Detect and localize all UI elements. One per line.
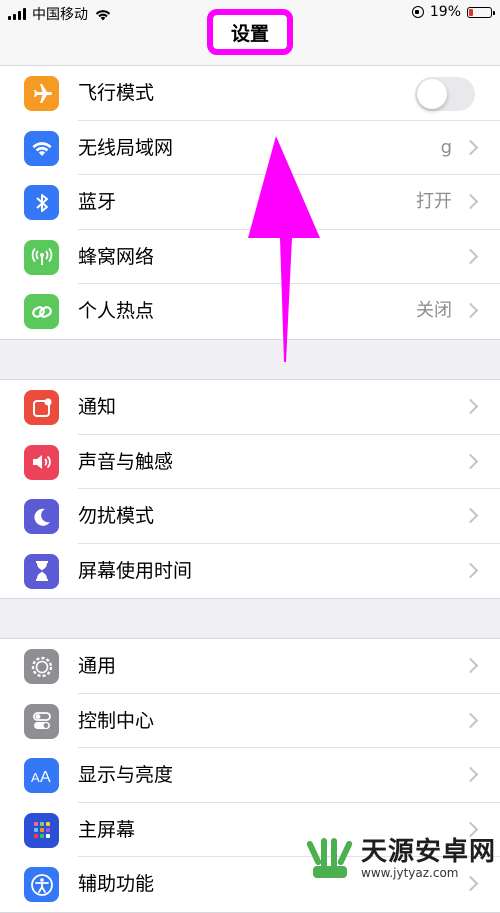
settings-row-value: 关闭: [416, 300, 452, 321]
display-icon: A A: [24, 758, 59, 793]
signal-strength-icon: [8, 8, 26, 20]
watermark: 天源安卓网 www.jytyaz.com: [305, 836, 496, 882]
svg-text:A: A: [40, 769, 51, 786]
settings-row-cellular[interactable]: 蜂窝网络: [0, 230, 500, 284]
wifi-status-icon: [94, 8, 112, 21]
page-title: 设置: [207, 9, 293, 55]
settings-group-notifications: 通知 声音与触感 勿扰模式 屏幕使用时间: [0, 379, 500, 599]
settings-row-airplane-mode[interactable]: 飞行模式: [0, 66, 500, 121]
battery-percent: 19%: [429, 4, 461, 20]
settings-row-display-brightness[interactable]: A A 显示与亮度: [0, 748, 500, 803]
svg-text:A: A: [31, 770, 40, 785]
chevron-right-icon: [462, 193, 479, 210]
wifi-icon: [24, 130, 59, 166]
watermark-logo-icon: [306, 838, 353, 878]
settings-row-label: 飞行模式: [78, 82, 155, 104]
chevron-right-icon: [462, 821, 479, 837]
settings-row-label: 显示与亮度: [78, 764, 174, 786]
carrier-name: 中国移动: [32, 7, 88, 23]
settings-row-label: 蓝牙: [78, 191, 117, 213]
settings-row-label: 勿扰模式: [78, 505, 155, 527]
settings-row-label: 控制中心: [78, 709, 155, 732]
chevron-right-icon: [462, 248, 479, 264]
hourglass-icon: [24, 553, 59, 589]
chevron-right-icon: [462, 302, 479, 319]
settings-row-value: 打开: [416, 191, 452, 212]
chevron-right-icon: [462, 398, 479, 415]
settings-row-label: 无线局域网: [78, 136, 174, 159]
settings-row-value: g: [440, 136, 452, 158]
cellular-icon: [24, 239, 59, 275]
home-screen-icon: [24, 812, 59, 848]
settings-row-label: 个人热点: [78, 300, 155, 322]
control-center-icon: [24, 703, 59, 739]
rotation-lock-icon: [411, 6, 424, 18]
chevron-right-icon: [462, 562, 479, 578]
settings-row-personal-hotspot[interactable]: 个人热点 关闭: [0, 284, 500, 339]
chevron-right-icon: [462, 657, 479, 674]
bluetooth-icon: [24, 185, 59, 220]
accessibility-icon: [24, 867, 59, 902]
battery-icon: [467, 6, 495, 18]
chevron-right-icon: [462, 139, 479, 155]
chevron-right-icon: [462, 507, 479, 524]
settings-row-do-not-disturb[interactable]: 勿扰模式: [0, 489, 500, 544]
sound-icon: [24, 444, 59, 480]
notifications-icon: [24, 390, 59, 425]
settings-row-label: 通用: [78, 655, 117, 677]
settings-row-label: 主屏幕: [78, 818, 136, 841]
settings-row-label: 通知: [78, 396, 117, 418]
watermark-url: www.jytyaz.com: [361, 866, 459, 880]
watermark-title: 天源安卓网: [361, 837, 497, 867]
settings-group-connectivity: 飞行模式 无线局域网 g 蓝牙 打开 蜂窝网络 个人热点 关闭: [0, 65, 500, 340]
settings-row-control-center[interactable]: 控制中心: [0, 694, 500, 748]
settings-row-label: 屏幕使用时间: [78, 559, 193, 582]
hotspot-icon: [24, 294, 59, 329]
chevron-right-icon: [462, 712, 479, 728]
settings-row-sounds-haptics[interactable]: 声音与触感: [0, 435, 500, 489]
settings-row-wifi[interactable]: 无线局域网 g: [0, 121, 500, 175]
chevron-right-icon: [462, 766, 479, 783]
settings-row-notifications[interactable]: 通知: [0, 380, 500, 435]
settings-row-label: 辅助功能: [78, 873, 155, 895]
settings-row-bluetooth[interactable]: 蓝牙 打开: [0, 175, 500, 230]
settings-row-label: 声音与触感: [78, 450, 174, 473]
chevron-right-icon: [462, 453, 479, 469]
airplane-mode-toggle[interactable]: [415, 77, 475, 111]
airplane-icon: [24, 76, 59, 111]
gear-icon: [24, 649, 59, 684]
settings-row-general[interactable]: 通用: [0, 639, 500, 694]
moon-icon: [24, 499, 59, 534]
settings-row-screen-time[interactable]: 屏幕使用时间: [0, 544, 500, 599]
settings-row-label: 蜂窝网络: [78, 245, 155, 268]
